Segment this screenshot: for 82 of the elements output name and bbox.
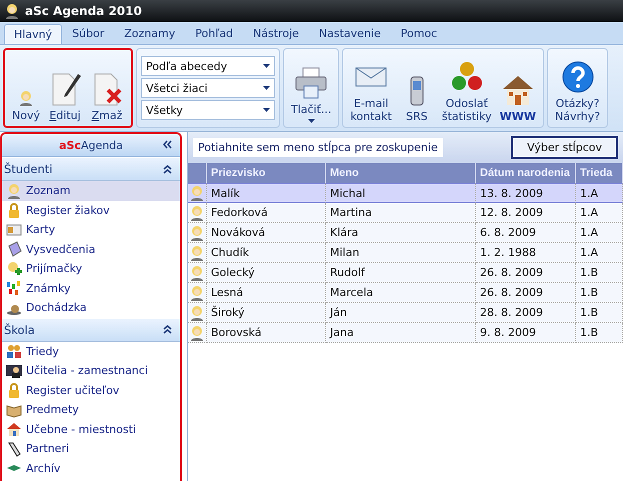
padlock-icon: [6, 202, 22, 218]
column-chooser-button[interactable]: Výber stĺpcov: [511, 136, 618, 159]
dropdown-caret-icon: [308, 119, 315, 123]
collapse-left-icon[interactable]: [163, 140, 172, 149]
print-button[interactable]: Tlačiť...: [288, 51, 334, 125]
header-cell: [188, 163, 207, 183]
table-cell: 1.A: [576, 243, 623, 263]
section-header[interactable]: Škola: [2, 318, 180, 342]
table-cell: Široký: [207, 303, 326, 323]
table-cell: Lesná: [207, 283, 326, 303]
table-cell: 26. 8. 2009: [476, 263, 576, 283]
table-cell: Marcela: [326, 283, 476, 303]
menu-tab[interactable]: Zoznamy: [114, 23, 186, 44]
table-cell: Malík: [207, 183, 326, 203]
dropdown-caret-icon: [262, 86, 270, 90]
people-icon: [6, 343, 22, 360]
table-cell: Borovská: [207, 323, 326, 343]
table-cell: Jana: [326, 323, 476, 343]
printer-icon: [294, 66, 328, 100]
table-cell: 13. 8. 2009: [476, 183, 576, 203]
app-name: aScAgenda: [59, 138, 123, 152]
nav-item[interactable]: Zoznam: [2, 181, 180, 200]
collapse-up-icon[interactable]: [163, 164, 172, 174]
table-cell: 26. 8. 2009: [476, 283, 576, 303]
dropdown-caret-icon: [262, 108, 270, 112]
padlock-icon: [6, 382, 22, 398]
table-cell: 1.B: [576, 303, 623, 323]
dropdown-caret-icon: [262, 64, 270, 68]
collapse-up-icon[interactable]: [163, 325, 172, 334]
table-cell: Nováková: [207, 223, 326, 243]
filter-dropdown[interactable]: Podľa abecedy: [140, 56, 275, 76]
person-add-icon: [6, 260, 22, 277]
group-by-hint: Potiahnite sem meno stĺpca pre zoskupenie: [193, 138, 443, 157]
teacher-icon: [6, 362, 22, 379]
table-cell: 12. 8. 2009: [476, 203, 576, 223]
ribbon-button[interactable]: Odoslať štatistiky: [438, 51, 495, 125]
nav-item[interactable]: Triedy: [2, 342, 180, 361]
ribbon-button[interactable]: Nový: [9, 52, 43, 124]
house-icon: [6, 421, 22, 438]
house-icon: [500, 73, 535, 107]
ribbon-button[interactable]: E-mail kontakt: [347, 51, 395, 125]
app-logo-icon: [4, 3, 20, 19]
menu-tab[interactable]: Nástroje: [243, 23, 309, 44]
table-cell: 6. 8. 2009: [476, 223, 576, 243]
ribbon-button[interactable]: Edituj: [44, 52, 85, 124]
menu-tab[interactable]: Pohľad: [185, 23, 244, 44]
grades-icon: [6, 280, 22, 296]
ribbon-button[interactable]: Zmaž: [86, 52, 127, 124]
menu-tab[interactable]: Nastavenie: [308, 23, 391, 44]
table-cell: Klára: [326, 223, 476, 243]
question-icon: [560, 60, 595, 94]
help-button[interactable]: Otázky? Návrhy?: [552, 51, 604, 125]
menu-tab[interactable]: Hlavný: [4, 24, 62, 44]
table-cell: Ján: [326, 303, 476, 323]
ribbon-button[interactable]: SRS: [396, 51, 437, 125]
table-cell: 1.B: [576, 323, 623, 343]
table-cell: 1. 2. 1988: [476, 243, 576, 263]
table-cell: 28. 8. 2009: [476, 303, 576, 323]
ribbon-button[interactable]: WWW: [496, 51, 539, 125]
menu-tab[interactable]: Súbor: [62, 23, 114, 44]
person-icon: [6, 182, 22, 199]
table-cell: 1.A: [576, 223, 623, 243]
table-cell: 1.A: [576, 183, 623, 203]
filter-dropdown[interactable]: Všetky: [140, 100, 275, 120]
person-icon: [18, 90, 34, 106]
table-cell: 1.B: [576, 283, 623, 303]
card-icon: [6, 222, 22, 238]
menu-tab[interactable]: Pomoc: [390, 23, 448, 44]
table-cell: Fedorková: [207, 203, 326, 223]
section-header[interactable]: Študenti: [2, 157, 180, 181]
table-cell: Milan: [326, 243, 476, 263]
table-cell: 1.A: [576, 203, 623, 223]
nav-item[interactable]: Register žiakov: [2, 200, 180, 220]
table-cell: Golecký: [207, 263, 326, 283]
table-cell: Rudolf: [326, 263, 476, 283]
table-cell: Michal: [326, 183, 476, 203]
window-title: aSc Agenda 2010: [25, 4, 142, 18]
table-cell: 1.B: [576, 263, 623, 283]
table-cell: Chudík: [207, 243, 326, 263]
filter-dropdown[interactable]: Všetci žiaci: [140, 78, 275, 98]
table-cell: Martina: [326, 203, 476, 223]
table-cell: 9. 8. 2009: [476, 323, 576, 343]
